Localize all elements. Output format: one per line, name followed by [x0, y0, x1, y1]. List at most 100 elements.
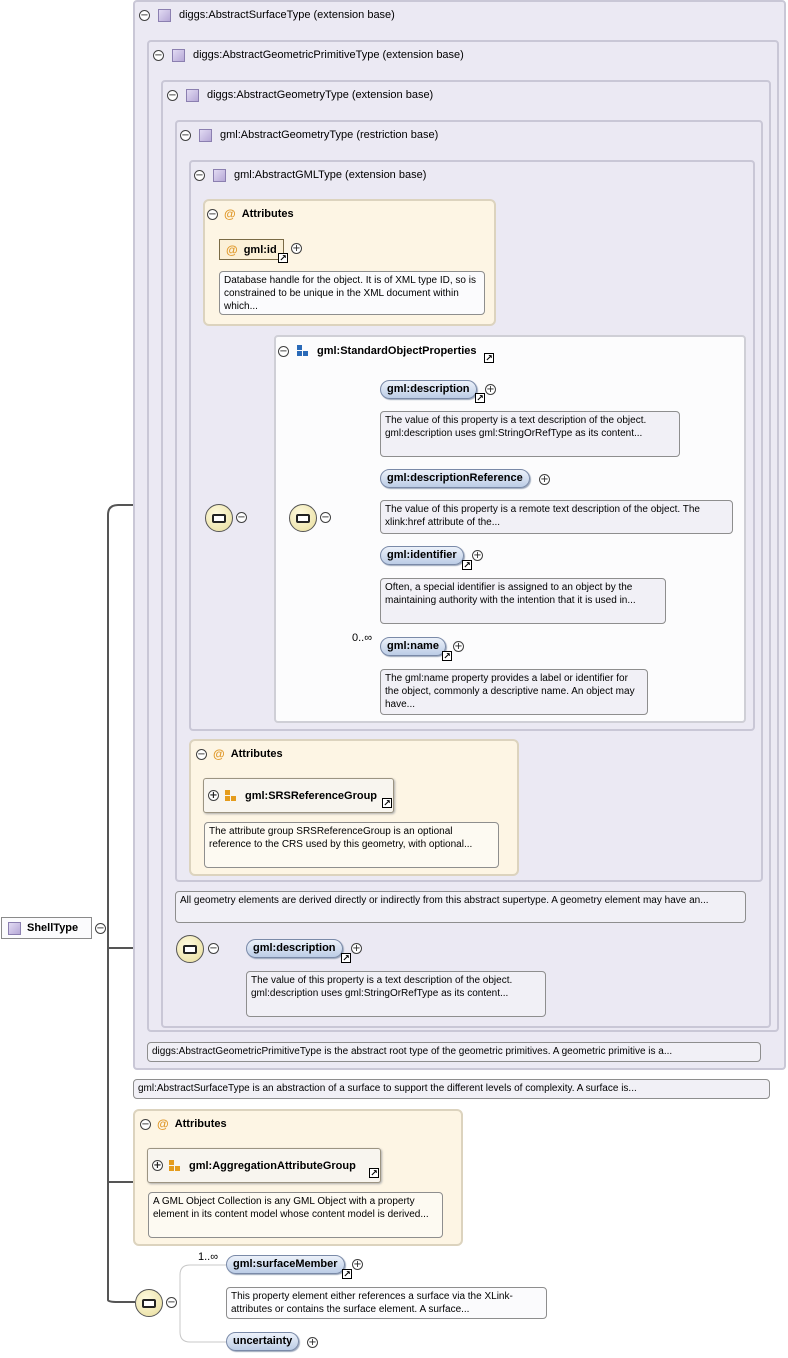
- link-arrow-icon[interactable]: ↗: [342, 1269, 352, 1279]
- collapse-icon[interactable]: −: [167, 89, 178, 101]
- expand-icon[interactable]: +: [351, 943, 362, 954]
- link-arrow-icon[interactable]: ↗: [382, 798, 392, 808]
- documentation-gml-description-reference: The value of this property is a remote t…: [380, 500, 733, 534]
- attribute-icon: @: [213, 747, 225, 761]
- expand-icon[interactable]: +: [485, 384, 496, 395]
- complex-type-icon: [8, 921, 21, 935]
- sequence-glyph: [212, 513, 226, 523]
- cardinality-label: 0..∞: [352, 632, 373, 644]
- attributes-panel-srs: − @ Attributes + gml:SRSReferenceGroup ↗…: [189, 739, 519, 876]
- expand-icon[interactable]: +: [453, 641, 464, 652]
- link-arrow-icon[interactable]: ↗: [442, 651, 452, 661]
- documentation-gml-name: The gml:name property provides a label o…: [380, 669, 648, 715]
- collapse-icon[interactable]: −: [194, 169, 205, 181]
- documentation-gml-identifier: Often, a special identifier is assigned …: [380, 578, 666, 624]
- link-arrow-icon[interactable]: ↗: [369, 1168, 379, 1178]
- expand-icon[interactable]: +: [307, 1337, 318, 1348]
- element-gml-identifier[interactable]: gml:identifier: [380, 546, 464, 565]
- type-title: diggs:AbstractGeometryType (extension ba…: [207, 89, 434, 101]
- attribute-group-srs-reference[interactable]: + gml:SRSReferenceGroup: [203, 778, 394, 813]
- root-label: ShellType: [27, 922, 79, 934]
- type-header: − gml:AbstractGeometryType (restriction …: [177, 122, 438, 148]
- attribute-label: gml:id: [243, 243, 277, 256]
- element-uncertainty[interactable]: uncertainty: [226, 1332, 300, 1351]
- attributes-title: Attributes: [241, 208, 294, 220]
- complex-type-icon: [172, 48, 185, 62]
- type-header: − diggs:AbstractGeometricPrimitiveType (…: [149, 42, 464, 68]
- expand-icon[interactable]: +: [472, 550, 483, 561]
- documentation-diggs-gml-description: The value of this property is a text des…: [246, 971, 546, 1017]
- attribute-group-icon: [225, 789, 237, 802]
- sequence-glyph: [183, 944, 197, 954]
- element-diggs-gml-description[interactable]: gml:description: [246, 939, 343, 958]
- element-gml-description[interactable]: gml:description: [380, 380, 477, 399]
- expand-icon[interactable]: +: [539, 474, 550, 485]
- link-arrow-icon[interactable]: ↗: [341, 953, 351, 963]
- sequence-compositor-icon[interactable]: [289, 504, 317, 532]
- documentation-abstract-surface: gml:AbstractSurfaceType is an abstractio…: [133, 1079, 770, 1099]
- sequence-glyph: [142, 1298, 156, 1308]
- attributes-header: − @ Attributes: [196, 747, 283, 761]
- complex-type-icon: [213, 168, 226, 182]
- type-title: gml:AbstractGeometryType (restriction ba…: [220, 129, 439, 141]
- element-gml-description-reference[interactable]: gml:descriptionReference: [380, 469, 530, 488]
- documentation-aggregation-attribute-group: A GML Object Collection is any GML Objec…: [148, 1192, 443, 1238]
- complex-type-icon: [158, 8, 171, 22]
- sequence-compositor-icon[interactable]: [205, 504, 233, 532]
- attributes-panel-gml-id: − @ Attributes @ gml:id ↗ + Database han…: [203, 199, 496, 326]
- complex-type-icon: [199, 128, 212, 142]
- sequence-glyph: [296, 513, 310, 523]
- type-header: − gml:AbstractGMLType (extension base): [191, 162, 426, 188]
- documentation-abstract-geometry: All geometry elements are derived direct…: [175, 891, 746, 923]
- attributes-header: − @ Attributes: [140, 1117, 227, 1131]
- link-arrow-icon[interactable]: ↗: [462, 560, 472, 570]
- sequence-compositor-icon[interactable]: [135, 1289, 163, 1317]
- attribute-icon: @: [224, 207, 236, 221]
- collapse-icon[interactable]: −: [196, 748, 207, 760]
- group-title: gml:StandardObjectProperties: [317, 345, 477, 357]
- group-header: − gml:StandardObjectProperties: [278, 345, 477, 357]
- cardinality-label: 1..∞: [198, 1251, 219, 1263]
- link-arrow-icon[interactable]: ↗: [475, 393, 485, 403]
- element-gml-surface-member[interactable]: gml:surfaceMember: [226, 1255, 345, 1274]
- type-title: diggs:AbstractGeometricPrimitiveType (ex…: [193, 49, 464, 61]
- link-arrow-icon[interactable]: ↗: [484, 353, 494, 363]
- documentation-srs-reference-group: The attribute group SRSReferenceGroup is…: [204, 822, 499, 868]
- attribute-gml-id[interactable]: @ gml:id: [219, 239, 284, 260]
- type-header: − diggs:AbstractGeometryType (extension …: [163, 82, 433, 108]
- collapse-icon[interactable]: −: [236, 512, 247, 523]
- collapse-icon[interactable]: −: [166, 1297, 177, 1308]
- attribute-group-icon: [169, 1159, 181, 1172]
- attributes-title: Attributes: [174, 1118, 227, 1130]
- collapse-icon[interactable]: −: [208, 943, 219, 954]
- attribute-group-label: gml:SRSReferenceGroup: [245, 789, 378, 802]
- collapse-icon[interactable]: −: [180, 129, 191, 141]
- collapse-icon[interactable]: −: [95, 923, 106, 934]
- collapse-icon[interactable]: −: [207, 208, 218, 220]
- documentation-gml-surface-member: This property element either references …: [226, 1287, 547, 1319]
- attribute-group-aggregation[interactable]: + gml:AggregationAttributeGroup: [147, 1148, 381, 1183]
- attributes-panel-aggregation: − @ Attributes + gml:AggregationAttribut…: [133, 1109, 463, 1246]
- sequence-compositor-icon[interactable]: [176, 935, 204, 963]
- type-title: diggs:AbstractSurfaceType (extension bas…: [179, 9, 395, 21]
- attributes-header: − @ Attributes: [207, 207, 294, 221]
- group-icon: [297, 345, 309, 357]
- expand-icon[interactable]: +: [152, 1160, 163, 1171]
- collapse-icon[interactable]: −: [278, 345, 289, 357]
- complex-type-icon: [186, 88, 199, 102]
- root-shelltype[interactable]: ShellType: [1, 917, 92, 939]
- type-header: − diggs:AbstractSurfaceType (extension b…: [135, 2, 395, 28]
- collapse-icon[interactable]: −: [140, 1118, 151, 1130]
- collapse-icon[interactable]: −: [139, 9, 150, 21]
- link-arrow-icon[interactable]: ↗: [278, 253, 288, 263]
- expand-icon[interactable]: +: [208, 790, 219, 801]
- attribute-icon: @: [226, 242, 238, 257]
- collapse-icon[interactable]: −: [320, 512, 331, 523]
- element-gml-name[interactable]: gml:name: [380, 637, 446, 656]
- collapse-icon[interactable]: −: [153, 49, 164, 61]
- attributes-title: Attributes: [230, 748, 283, 760]
- expand-icon[interactable]: +: [291, 243, 302, 254]
- type-title: gml:AbstractGMLType (extension base): [234, 169, 427, 181]
- attribute-group-label: gml:AggregationAttributeGroup: [189, 1159, 356, 1172]
- expand-icon[interactable]: +: [352, 1259, 363, 1270]
